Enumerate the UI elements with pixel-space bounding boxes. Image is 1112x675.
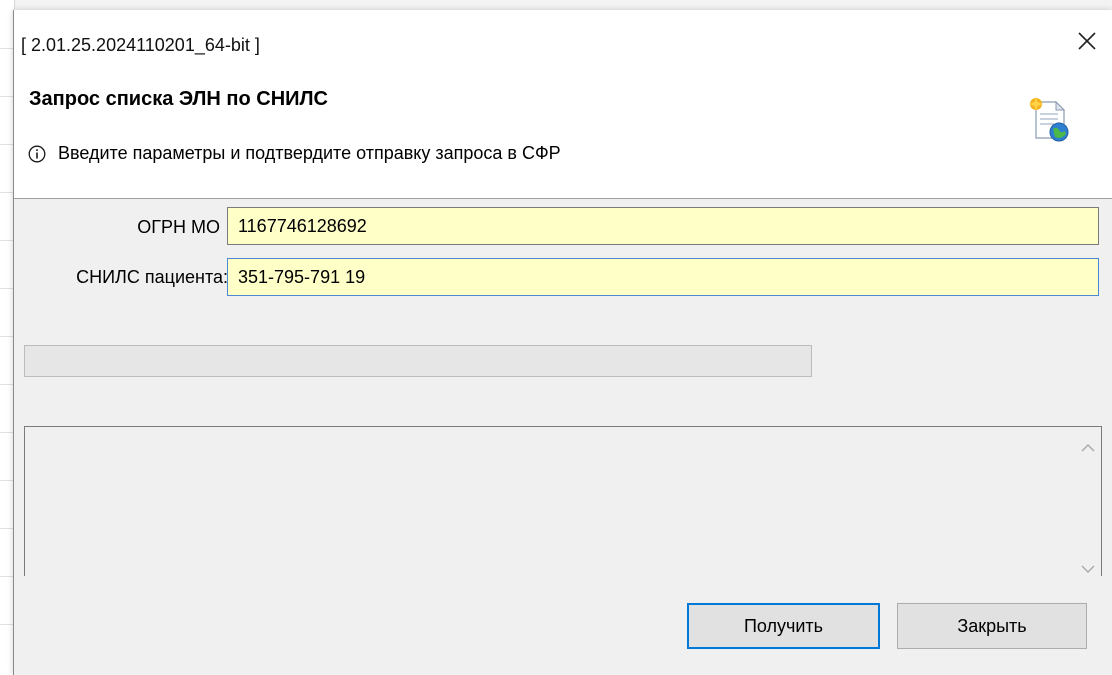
dialog-header: Запрос списка ЭЛН по СНИЛС Введите парам… xyxy=(14,74,1112,199)
scroll-down-arrow-icon[interactable] xyxy=(1079,562,1097,576)
document-globe-icon xyxy=(1028,96,1072,144)
info-icon xyxy=(28,145,46,163)
scroll-up-arrow-icon[interactable] xyxy=(1079,441,1097,455)
close-button[interactable]: Закрыть xyxy=(897,603,1087,649)
log-scrollbar[interactable] xyxy=(1075,427,1101,576)
snils-input[interactable] xyxy=(227,258,1099,296)
progress-bar xyxy=(24,345,812,377)
get-button[interactable]: Получить xyxy=(687,603,880,649)
close-icon[interactable] xyxy=(1076,30,1098,52)
ogrn-input[interactable] xyxy=(227,207,1099,245)
info-message: Введите параметры и подтвердите отправку… xyxy=(28,143,561,164)
dialog-heading: Запрос списка ЭЛН по СНИЛС xyxy=(29,88,328,110)
log-textarea[interactable] xyxy=(24,426,1102,576)
snils-label: СНИЛС пациента: xyxy=(76,267,228,287)
query-dialog: [ 2.01.25.2024110201_64-bit ] Запрос спи… xyxy=(13,10,1112,675)
title-bar: [ 2.01.25.2024110201_64-bit ] xyxy=(14,10,1112,74)
window-title: [ 2.01.25.2024110201_64-bit ] xyxy=(21,35,260,55)
info-message-text: Введите параметры и подтвердите отправку… xyxy=(58,143,561,163)
ogrn-label: ОГРН МО xyxy=(137,217,220,237)
